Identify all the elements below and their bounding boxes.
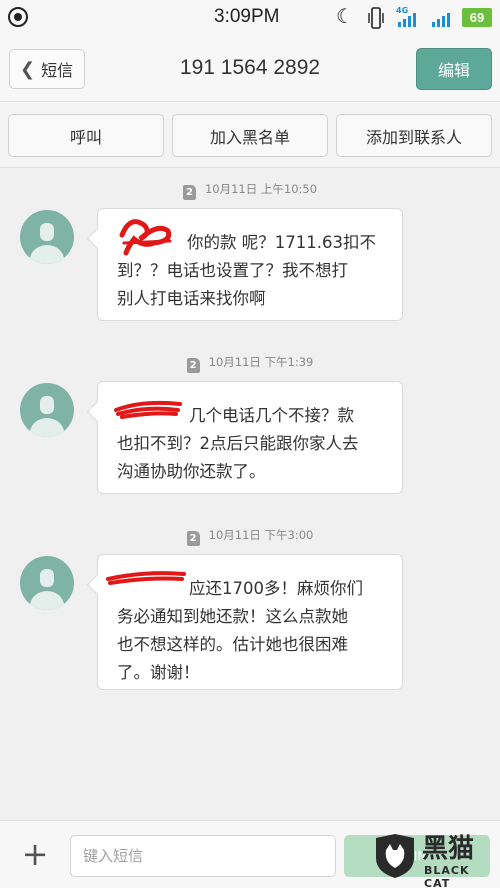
message-timestamp: 2 10月11日 上午10:50 (0, 181, 500, 200)
sim-card-icon: 2 (186, 531, 200, 546)
contact-avatar[interactable] (20, 383, 74, 437)
message-line: 务必通知到她还款！这么点款她 (117, 607, 348, 626)
sim-card-icon: 2 (182, 185, 196, 200)
title-bar: 191 1564 2892 ❮ 短信 编辑 (0, 36, 500, 102)
add-to-contacts-button[interactable]: 添加到联系人 (336, 114, 492, 157)
add-attachment-plus-icon[interactable]: + (20, 837, 50, 871)
contact-avatar[interactable] (20, 556, 74, 610)
person-silhouette-icon (29, 396, 65, 437)
add-to-blacklist-button[interactable]: 加入黑名单 (172, 114, 328, 157)
back-button-label: 短信 (41, 61, 74, 80)
do-not-disturb-moon-icon: ☾ (336, 4, 354, 28)
redaction-scribble (114, 400, 182, 419)
watermark-text-cn: 黑猫 (422, 834, 475, 864)
back-button[interactable]: ❮ 短信 (9, 49, 85, 89)
message-input[interactable] (70, 835, 336, 877)
message-line: 了。谢谢！ (117, 663, 200, 682)
black-cat-logo-icon (376, 834, 414, 878)
screen-record-icon (8, 7, 28, 27)
message-thread[interactable]: 2 10月11日 上午10:50 你的款 呢？1711.63扣不 到？？电话也设置… (0, 168, 500, 820)
message-line: 也不想这样的。估计她也很困难 (117, 635, 348, 654)
message-line: 沟通协助你还款了。 (117, 462, 266, 481)
message-timestamp: 2 10月11日 下午1:39 (0, 354, 500, 373)
sim-card-icon: 2 (186, 358, 200, 373)
black-cat-watermark: 黑猫 BLACK CAT (372, 828, 496, 888)
vibrate-icon (368, 7, 384, 29)
redaction-scribble (119, 219, 172, 256)
person-silhouette-icon (29, 569, 65, 610)
chevron-left-icon: ❮ (20, 58, 36, 80)
message-bubble[interactable]: 应还1700多！麻烦你们 务必通知到她还款！这么点款她 也不想这样的。估计她也很… (97, 554, 403, 690)
message-line: 到？？电话也设置了？我不想打 (117, 261, 348, 280)
signal-strength-icon-2 (432, 13, 450, 27)
signal-strength-icon-1 (398, 13, 416, 27)
message-line: 别人打电话来找你啊 (117, 289, 266, 308)
action-bar: 呼叫 加入黑名单 添加到联系人 (0, 102, 500, 168)
edit-button[interactable]: 编辑 (416, 48, 492, 90)
battery-indicator: 69 (462, 8, 492, 27)
redaction-scribble (106, 571, 186, 585)
status-time: 3:09PM (214, 6, 280, 27)
status-bar: 3:09PM ☾ 4G 69 (0, 0, 500, 36)
message-timestamp: 2 10月11日 下午3:00 (0, 527, 500, 546)
call-button[interactable]: 呼叫 (8, 114, 164, 157)
message-bubble[interactable]: 你的款 呢？1711.63扣不 到？？电话也设置了？我不想打 别人打电话来找你啊 (97, 208, 403, 321)
person-silhouette-icon (29, 223, 65, 264)
contact-avatar[interactable] (20, 210, 74, 264)
message-line: 也扣不到？2点后只能跟你家人去 (117, 434, 359, 453)
message-text-field[interactable] (83, 847, 323, 865)
watermark-text-en: BLACK CAT (424, 864, 470, 888)
message-bubble[interactable]: 几个电话几个不接？款 也扣不到？2点后只能跟你家人去 沟通协助你还款了。 (97, 381, 403, 494)
